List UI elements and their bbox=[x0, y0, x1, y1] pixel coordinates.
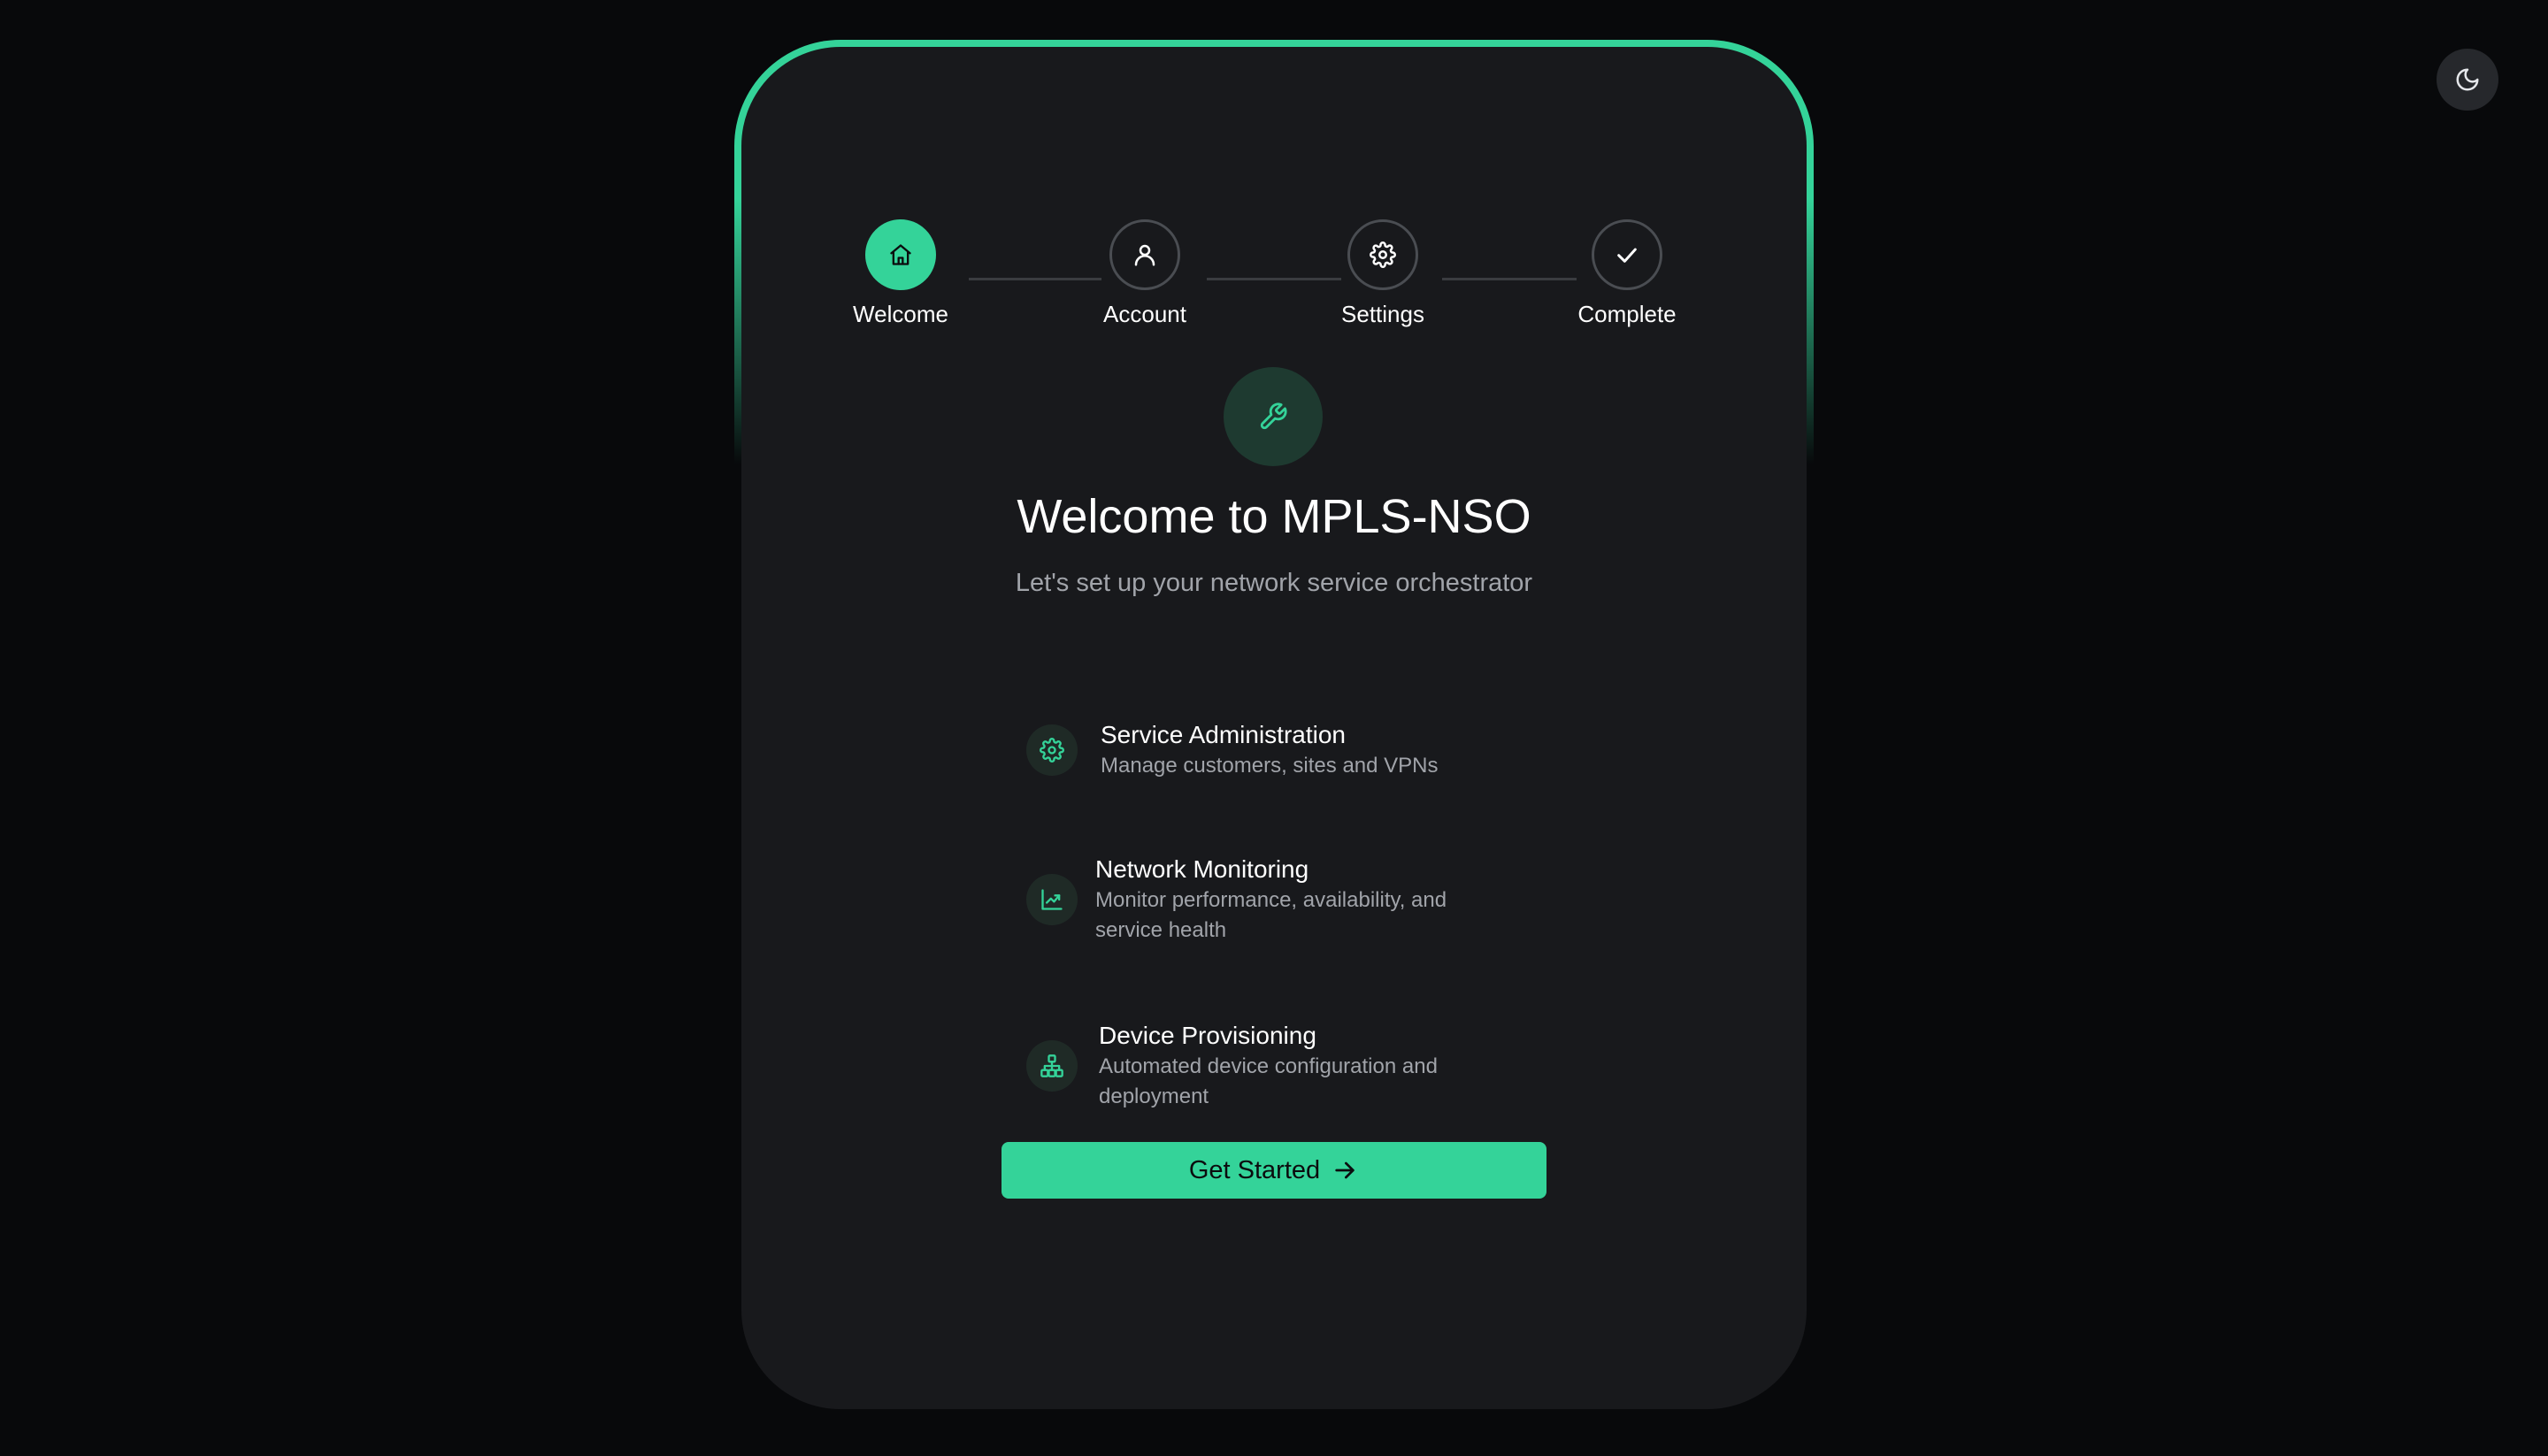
step-circle bbox=[865, 219, 936, 290]
feature-description: Manage customers, sites and VPNs bbox=[1101, 754, 1439, 778]
feature-network-monitoring: Network Monitoring Monitor performance, … bbox=[1026, 854, 1485, 946]
step-welcome[interactable]: Welcome bbox=[821, 219, 980, 328]
feature-icon-badge bbox=[1026, 874, 1078, 925]
step-label: Welcome bbox=[853, 301, 948, 327]
step-label: Complete bbox=[1577, 301, 1677, 327]
moon-icon bbox=[2454, 66, 2481, 93]
step-label: Account bbox=[1103, 301, 1186, 327]
stepper: Welcome Account Settings Complete bbox=[741, 171, 1807, 339]
home-icon bbox=[888, 242, 913, 267]
page-subtitle: Let's set up your network service orches… bbox=[1015, 569, 1533, 597]
feature-icon-badge bbox=[1026, 724, 1078, 776]
gear-icon bbox=[1370, 241, 1396, 268]
feature-text: Device Provisioning Automated device con… bbox=[1099, 1020, 1488, 1112]
feature-text: Network Monitoring Monitor performance, … bbox=[1095, 854, 1485, 946]
step-circle bbox=[1109, 219, 1180, 290]
check-icon bbox=[1613, 241, 1641, 269]
onboarding-card: Welcome Account Settings Complete Welcom… bbox=[741, 47, 1807, 1409]
wrench-icon bbox=[1258, 402, 1288, 432]
theme-toggle-button[interactable] bbox=[2437, 49, 2498, 111]
feature-description: Monitor performance, availability, and s… bbox=[1095, 888, 1447, 942]
get-started-label: Get Started bbox=[1188, 1155, 1321, 1184]
feature-title: Device Provisioning bbox=[1099, 1022, 1316, 1049]
get-started-button[interactable]: Get Started bbox=[1002, 1142, 1546, 1199]
feature-description: Automated device configuration and deplo… bbox=[1099, 1054, 1438, 1108]
step-label: Settings bbox=[1341, 301, 1424, 327]
arrow-right-icon bbox=[1331, 1156, 1359, 1184]
step-circle bbox=[1347, 219, 1418, 290]
feature-icon-badge bbox=[1026, 1040, 1078, 1092]
network-icon bbox=[1040, 1054, 1064, 1078]
step-settings[interactable]: Settings bbox=[1303, 219, 1462, 328]
chart-icon bbox=[1040, 887, 1064, 912]
feature-device-provisioning: Device Provisioning Automated device con… bbox=[1026, 1020, 1488, 1112]
gear-icon bbox=[1040, 738, 1064, 762]
step-complete[interactable]: Complete bbox=[1547, 219, 1707, 328]
feature-service-administration: Service Administration Manage customers,… bbox=[1026, 719, 1490, 781]
hero-badge bbox=[1224, 367, 1323, 466]
page-title: Welcome to MPLS-NSO bbox=[1017, 490, 1531, 543]
feature-text: Service Administration Manage customers,… bbox=[1101, 719, 1490, 781]
step-account[interactable]: Account bbox=[1065, 219, 1224, 328]
step-circle bbox=[1592, 219, 1662, 290]
user-icon bbox=[1132, 241, 1158, 268]
feature-title: Network Monitoring bbox=[1095, 855, 1309, 883]
feature-title: Service Administration bbox=[1101, 721, 1347, 748]
